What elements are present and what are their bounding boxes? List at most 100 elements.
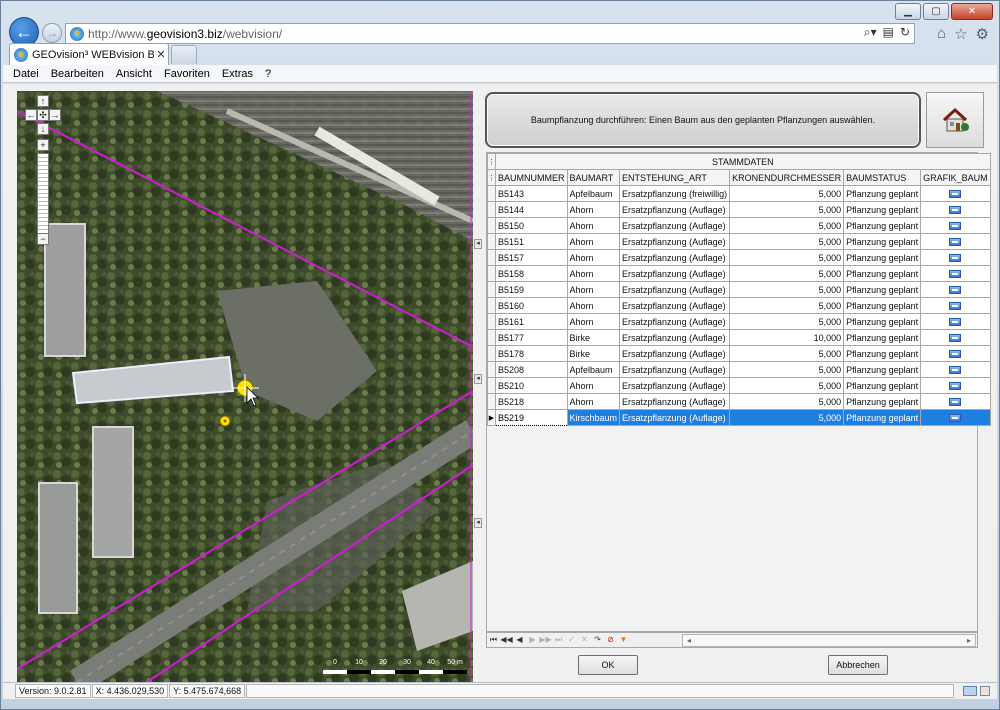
gear-icon[interactable]: ⚙ bbox=[976, 25, 989, 43]
table-row[interactable]: B5157 Ahorn Ersatzpflanzung (Auflage) 5,000… bbox=[487, 249, 991, 266]
next-page-icon[interactable]: ▶▶ bbox=[539, 633, 552, 647]
pan-left-icon[interactable]: ← bbox=[25, 109, 37, 121]
show-graphic-icon[interactable] bbox=[949, 382, 962, 391]
home-icon[interactable]: ⌂ bbox=[937, 25, 946, 43]
cell-grafik-baum[interactable] bbox=[920, 249, 991, 266]
zoom-extent-icon[interactable]: ✣ bbox=[37, 109, 49, 121]
prev-record-icon[interactable]: ◀ bbox=[513, 633, 526, 647]
show-graphic-icon[interactable] bbox=[949, 222, 962, 231]
table-row[interactable]: B5160 Ahorn Ersatzpflanzung (Auflage) 5,000… bbox=[487, 297, 991, 314]
table-row[interactable]: B5158 Ahorn Ersatzpflanzung (Auflage) 5,000… bbox=[487, 265, 991, 282]
filter-icon[interactable]: ▼ bbox=[617, 633, 630, 647]
pan-right-icon[interactable]: → bbox=[49, 109, 61, 121]
table-row[interactable]: B5144 Ahorn Ersatzpflanzung (Auflage) 5,000… bbox=[487, 201, 991, 218]
new-tab-button[interactable] bbox=[171, 45, 197, 64]
show-graphic-icon[interactable] bbox=[949, 334, 962, 343]
column-header-baumnummer[interactable]: BAUMNUMMER bbox=[495, 169, 568, 186]
cell-grafik-baum[interactable] bbox=[920, 201, 991, 218]
table-row[interactable]: B5178 Birke Ersatzpflanzung (Auflage) 5,000… bbox=[487, 345, 991, 362]
menu-extras[interactable]: Extras bbox=[216, 68, 259, 80]
cell-grafik-baum[interactable] bbox=[920, 297, 991, 314]
cell-grafik-baum[interactable] bbox=[920, 217, 991, 234]
pan-up-icon[interactable]: ↑ bbox=[37, 95, 49, 107]
row-indicator bbox=[487, 265, 496, 282]
clear-filter-icon[interactable]: ⊘ bbox=[604, 633, 617, 647]
show-graphic-icon[interactable] bbox=[949, 366, 962, 375]
prev-page-icon[interactable]: ◀◀ bbox=[500, 633, 513, 647]
favorites-star-icon[interactable]: ☆ bbox=[954, 25, 967, 43]
table-row[interactable]: B5150 Ahorn Ersatzpflanzung (Auflage) 5,000… bbox=[487, 217, 991, 234]
menu-ansicht[interactable]: Ansicht bbox=[110, 68, 158, 80]
show-graphic-icon[interactable] bbox=[949, 398, 962, 407]
search-icon[interactable]: ⌕▾ bbox=[864, 25, 877, 40]
show-graphic-icon[interactable] bbox=[949, 350, 962, 359]
cell-grafik-baum[interactable] bbox=[920, 345, 991, 362]
show-graphic-icon[interactable] bbox=[949, 190, 962, 199]
last-record-icon[interactable]: ⏭ bbox=[552, 633, 565, 647]
cell-grafik-baum[interactable] bbox=[920, 377, 991, 394]
scroll-left-icon[interactable]: ◂ bbox=[683, 635, 695, 646]
address-bar[interactable]: e http://www.geovision3.biz/webvision/ ⌕… bbox=[65, 23, 915, 44]
ok-button[interactable]: OK bbox=[578, 655, 638, 675]
menu-datei[interactable]: Datei bbox=[7, 68, 45, 80]
column-header-grafik-baum[interactable]: GRAFIK_BAUM bbox=[920, 169, 991, 186]
home-button[interactable] bbox=[926, 92, 984, 148]
cell-grafik-baum[interactable] bbox=[920, 281, 991, 298]
compat-icon[interactable]: ▤ bbox=[883, 25, 894, 40]
cell-grafik-baum[interactable] bbox=[920, 185, 991, 202]
splitter-collapse-left-icon[interactable]: ◂ bbox=[474, 239, 482, 249]
horizontal-scrollbar[interactable]: ◂ ▸ bbox=[682, 634, 976, 647]
table-row[interactable]: ▶ B5219 Kirschbaum Ersatzpflanzung (Auflage… bbox=[487, 409, 991, 426]
zoom-in-icon[interactable]: + bbox=[37, 139, 49, 151]
tab-webvision[interactable]: e GEOvision³ WEBvision Beis... ✕ bbox=[9, 43, 169, 65]
table-row[interactable]: B5159 Ahorn Ersatzpflanzung (Auflage) 5,000… bbox=[487, 281, 991, 298]
menu-favoriten[interactable]: Favoriten bbox=[158, 68, 216, 80]
settings-icon[interactable] bbox=[980, 686, 991, 696]
first-record-icon[interactable]: ⏮ bbox=[487, 633, 500, 647]
table-row[interactable]: B5210 Ahorn Ersatzpflanzung (Auflage) 5,000… bbox=[487, 377, 991, 394]
table-row[interactable]: B5208 Apfelbaum Ersatzpflanzung (Auflage) 5… bbox=[487, 361, 991, 378]
column-header-kronendurchmesser[interactable]: KRONENDURCHMESSER bbox=[729, 169, 845, 186]
show-graphic-icon[interactable] bbox=[949, 414, 962, 423]
cell-grafik-baum[interactable] bbox=[920, 233, 991, 250]
cell-grafik-baum[interactable] bbox=[920, 313, 991, 330]
cancel-edit-icon[interactable]: ✕ bbox=[578, 633, 591, 647]
next-record-icon[interactable]: ▶ bbox=[526, 633, 539, 647]
zoom-out-icon[interactable]: − bbox=[37, 233, 49, 245]
pan-down-icon[interactable]: ↓ bbox=[37, 123, 49, 135]
cell-grafik-baum[interactable] bbox=[920, 329, 991, 346]
menu-help[interactable]: ? bbox=[259, 68, 277, 80]
confirm-icon[interactable]: ✓ bbox=[565, 633, 578, 647]
splitter-collapse-left-icon[interactable]: ◂ bbox=[474, 374, 482, 384]
forward-button[interactable]: → bbox=[42, 23, 62, 43]
scroll-right-icon[interactable]: ▸ bbox=[963, 635, 975, 646]
table-row[interactable]: B5143 Apfelbaum Ersatzpflanzung (freiwilli… bbox=[487, 185, 991, 202]
show-graphic-icon[interactable] bbox=[949, 302, 962, 311]
splitter-collapse-left-icon[interactable]: ◂ bbox=[474, 518, 482, 528]
show-graphic-icon[interactable] bbox=[949, 270, 962, 279]
show-graphic-icon[interactable] bbox=[949, 318, 962, 327]
table-row[interactable]: B5218 Ahorn Ersatzpflanzung (Auflage) 5,000… bbox=[487, 393, 991, 410]
menu-bearbeiten[interactable]: Bearbeiten bbox=[45, 68, 110, 80]
show-graphic-icon[interactable] bbox=[949, 238, 962, 247]
table-row[interactable]: B5161 Ahorn Ersatzpflanzung (Auflage) 5,000… bbox=[487, 313, 991, 330]
cancel-button[interactable]: Abbrechen bbox=[828, 655, 888, 675]
zoom-slider[interactable] bbox=[37, 153, 49, 237]
table-row[interactable]: B5151 Ahorn Ersatzpflanzung (Auflage) 5,000… bbox=[487, 233, 991, 250]
column-header-entstehung-art[interactable]: ENTSTEHUNG_ART bbox=[619, 169, 731, 186]
show-graphic-icon[interactable] bbox=[949, 206, 962, 215]
show-graphic-icon[interactable] bbox=[949, 254, 962, 263]
aerial-map[interactable]: ↑ ← ✣ → ↓ + − 0 10 20 30 40 50 m bbox=[17, 91, 473, 682]
column-header-baumart[interactable]: BAUMART bbox=[566, 169, 621, 186]
cell-grafik-baum[interactable] bbox=[920, 361, 991, 378]
refresh-grid-icon[interactable]: ↷ bbox=[591, 633, 604, 647]
cell-grafik-baum[interactable] bbox=[920, 409, 991, 426]
cell-grafik-baum[interactable] bbox=[920, 265, 991, 282]
table-row[interactable]: B5177 Birke Ersatzpflanzung (Auflage) 10,00… bbox=[487, 329, 991, 346]
column-header-baumstatus[interactable]: BAUMSTATUS bbox=[843, 169, 922, 186]
show-graphic-icon[interactable] bbox=[949, 286, 962, 295]
tab-close-icon[interactable]: ✕ bbox=[154, 48, 168, 61]
view-toggle-icon[interactable] bbox=[963, 686, 978, 696]
refresh-icon[interactable]: ↻ bbox=[900, 25, 910, 40]
cell-grafik-baum[interactable] bbox=[920, 393, 991, 410]
